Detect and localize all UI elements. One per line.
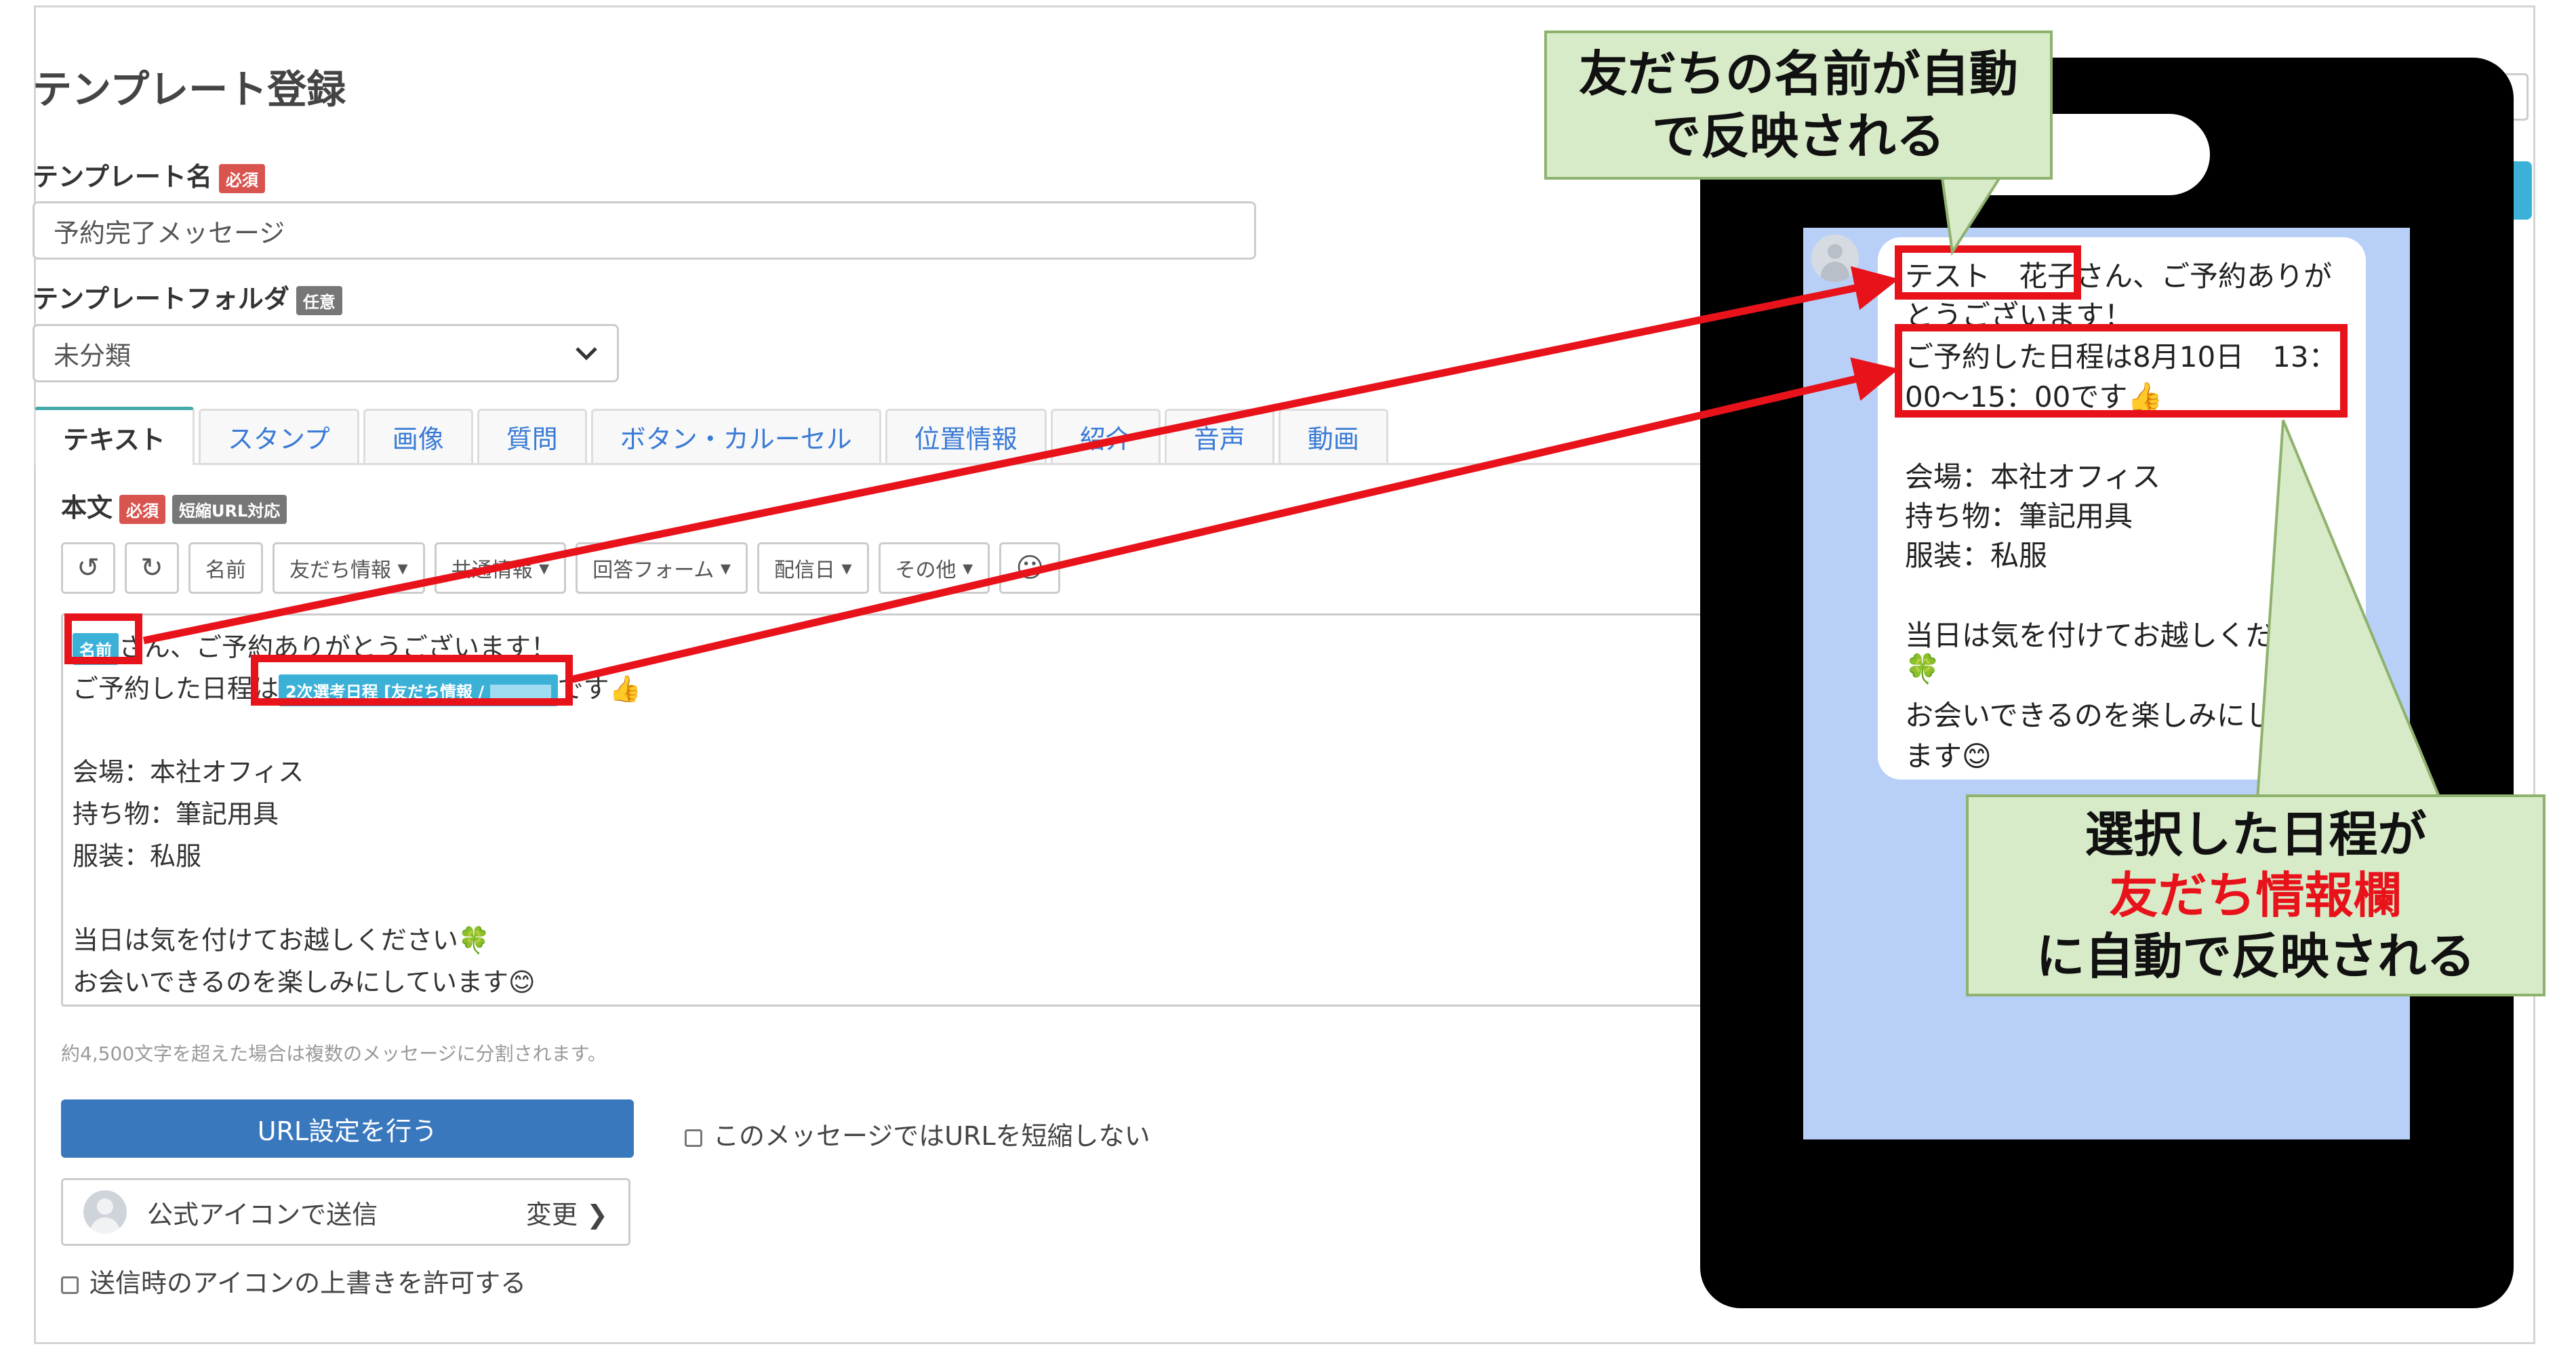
top-callout: 友だちの名前が自動 で反映される: [1544, 31, 2053, 180]
bottom-callout-line-3: に自動で反映される: [2036, 928, 2476, 985]
bottom-callout-line-1: 選択した日程が: [2085, 806, 2427, 863]
bottom-callout-line-2: 友だち情報欄: [2109, 867, 2402, 924]
annotation-arrows: [142, 176, 2442, 801]
bottom-callout-pointer: [2255, 420, 2442, 801]
top-callout-line-2: で反映される: [1651, 108, 1945, 165]
bottom-callout: 選択した日程が 友だち情報欄 に自動で反映される: [1966, 794, 2545, 996]
name-arrow: [142, 266, 1899, 645]
top-callout-line-1: 友だちの名前が自動: [1578, 45, 2018, 102]
top-callout-pointer: [1940, 176, 2003, 256]
